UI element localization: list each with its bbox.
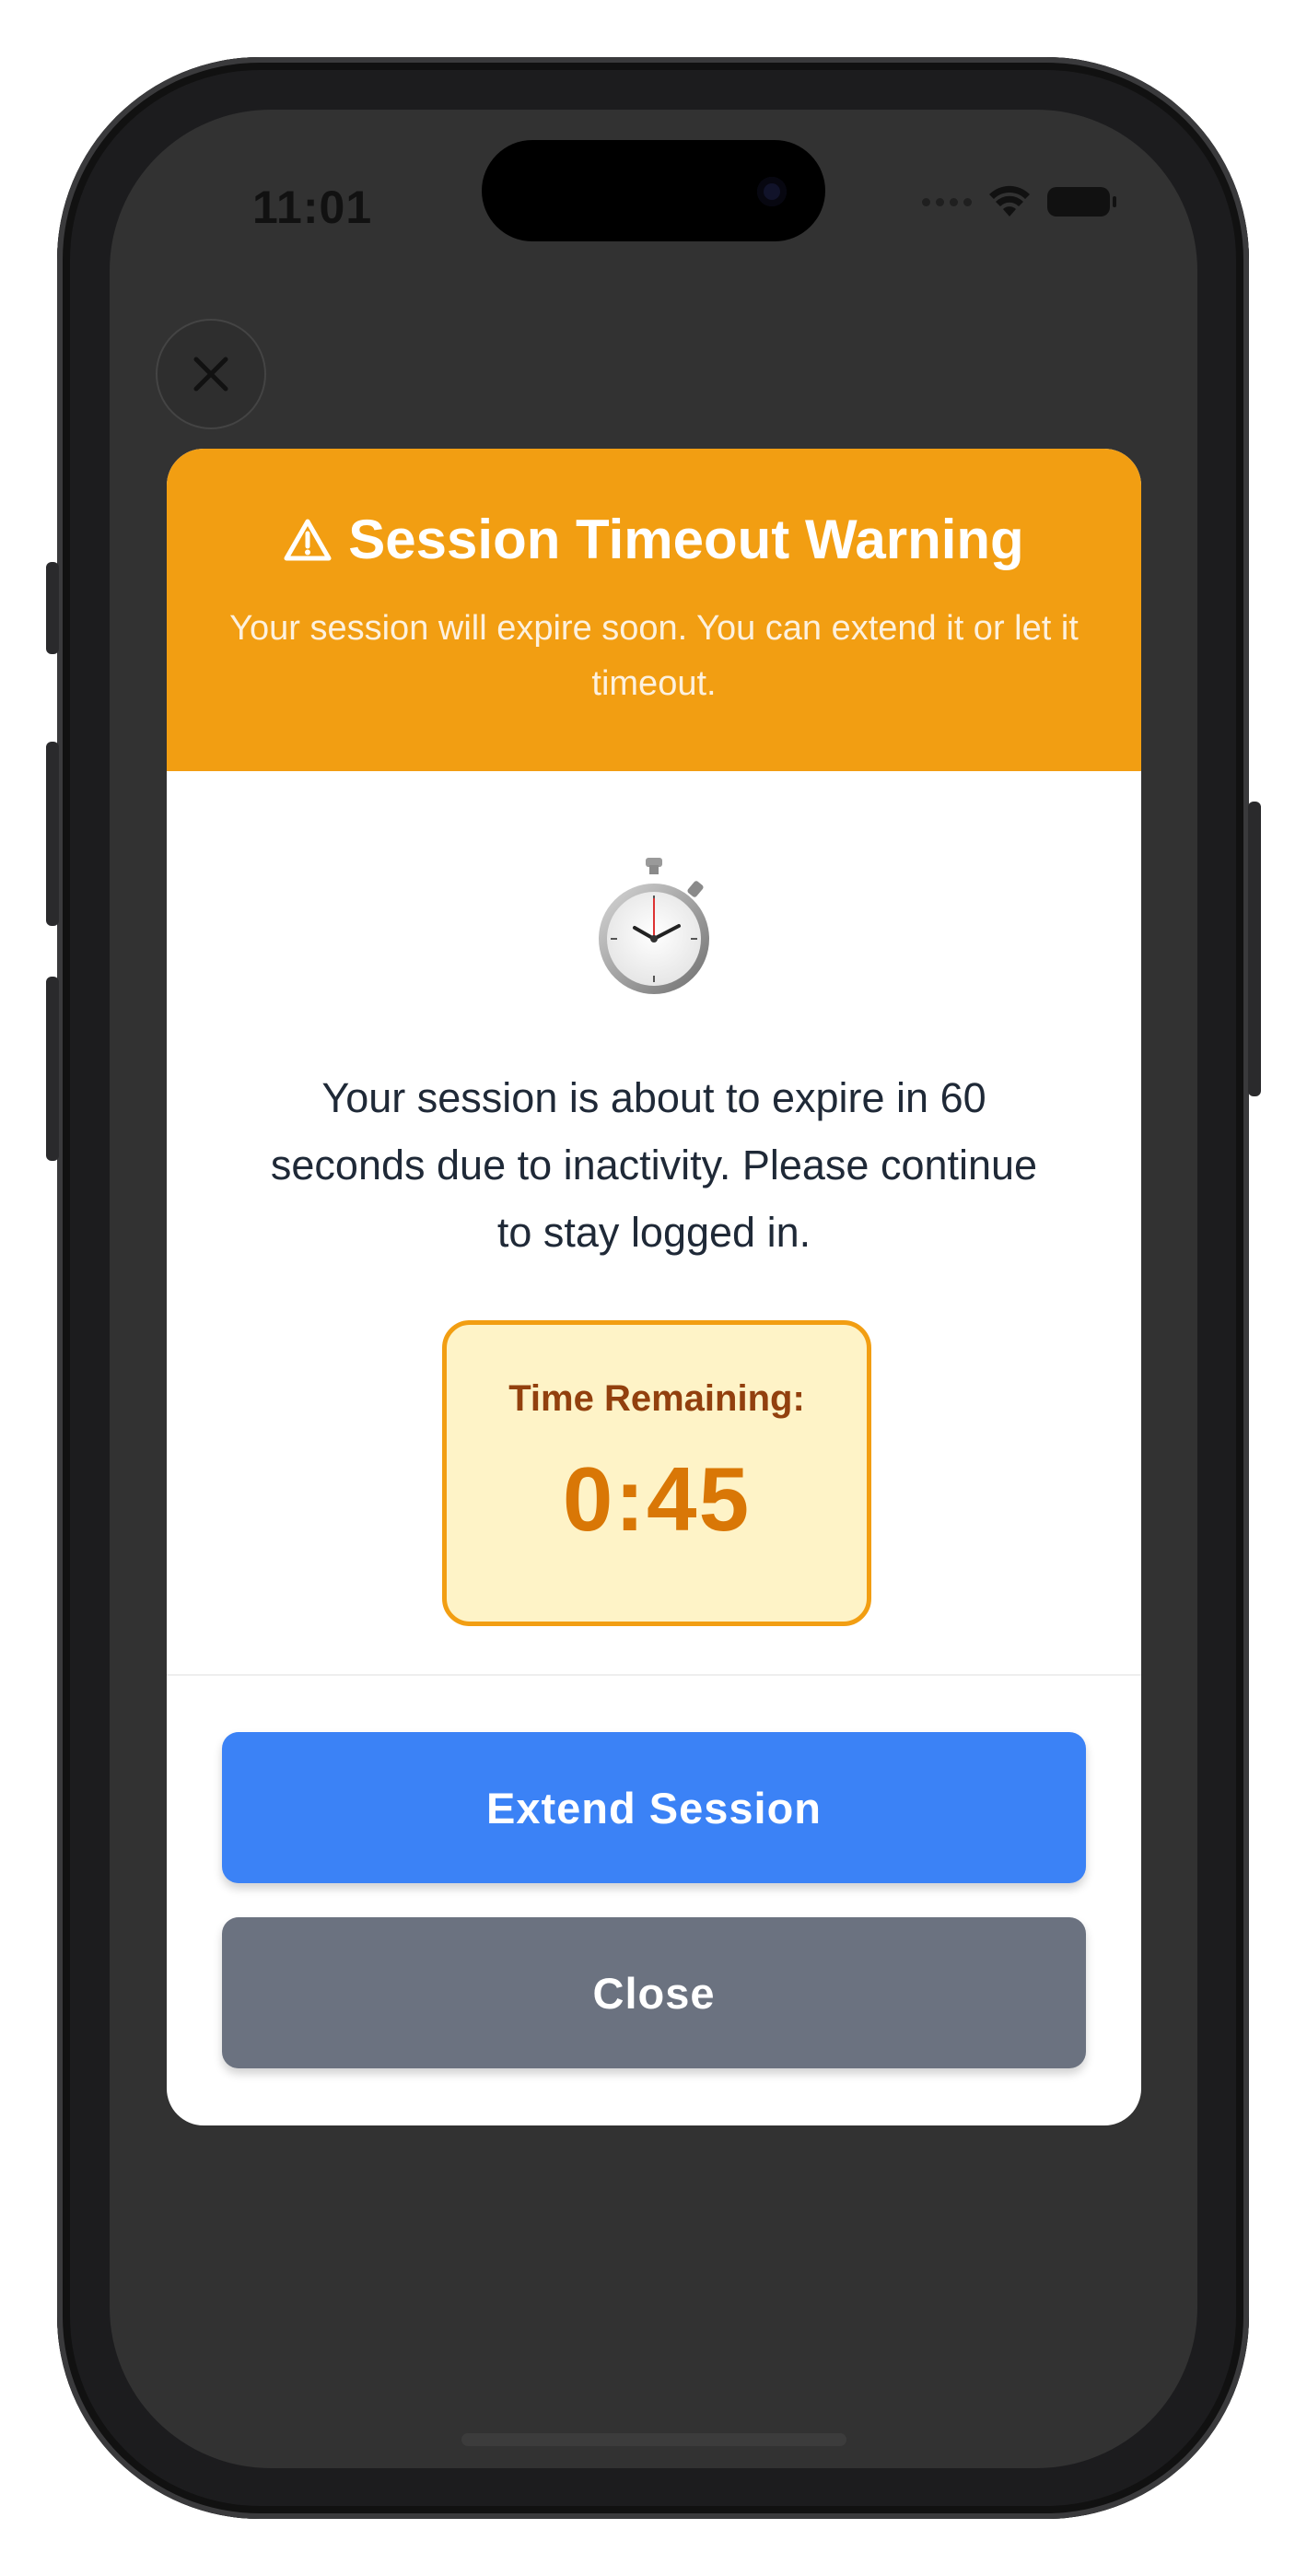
time-remaining-box: Time Remaining: 0:45 [442,1320,871,1626]
modal-subtitle: Your session will expire soon. You can e… [229,609,1079,703]
stopwatch-icon [599,858,709,994]
action-button [46,562,59,654]
battery-icon [1047,187,1116,217]
warning-triangle-icon [284,519,332,560]
volume-down-button [46,977,59,1161]
countdown-value: 0:45 [562,1448,752,1550]
cellular-signal-icon [922,197,972,206]
status-indicators [922,185,1116,218]
extend-session-button[interactable]: Extend Session [222,1732,1086,1883]
power-button [1248,802,1261,1096]
wifi-icon [989,185,1030,217]
home-indicator[interactable] [461,2433,846,2446]
modal-title-row: Session Timeout Warning [167,449,1141,571]
volume-up-button [46,742,59,926]
dynamic-island [482,140,825,241]
time-remaining-label: Time Remaining: [508,1378,805,1419]
phone-screen: 11:01 Session Timeout Warning Your sessi… [110,110,1197,2468]
footer-divider [167,1674,1141,1676]
close-icon [193,357,228,392]
modal-title: Session Timeout Warning [348,509,1024,570]
modal-header: Session Timeout Warning Your session wil… [167,449,1141,771]
expiry-message: Your session is about to expire in 60 se… [270,1074,1038,1256]
close-button[interactable]: Close [222,1917,1086,2068]
status-time: 11:01 [252,181,373,233]
session-timeout-modal: Session Timeout Warning Your session wil… [167,449,1141,2125]
camera-icon [757,177,787,206]
overlay-close-button[interactable] [156,319,266,429]
